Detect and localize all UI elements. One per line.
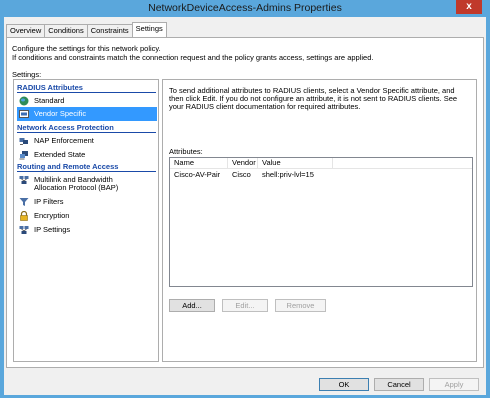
- column-header-vendor[interactable]: Vendor: [228, 158, 258, 168]
- vendor-icon: [19, 110, 29, 118]
- column-header-value[interactable]: Value: [258, 158, 333, 168]
- tab-strip: Overview Conditions Constraints Settings: [6, 22, 167, 37]
- sidebar-item-ip-filters[interactable]: IP Filters: [17, 195, 157, 207]
- sidebar-item-ip-settings[interactable]: IP Settings: [17, 223, 157, 235]
- multilink-icon: [19, 176, 29, 184]
- settings-label: Settings:: [12, 70, 42, 79]
- tab-settings[interactable]: Settings: [131, 22, 167, 37]
- add-button[interactable]: Add...: [169, 299, 215, 312]
- sidebar-item-label: Extended State: [34, 150, 86, 159]
- network-state-icon: [19, 151, 28, 160]
- sidebar-item-multilink-bap[interactable]: Multilink and Bandwidth Allocation Proto…: [17, 173, 157, 192]
- apply-button[interactable]: Apply: [429, 378, 479, 391]
- panel-description: To send additional attributes to RADIUS …: [169, 87, 469, 111]
- sidebar-item-label: IP Filters: [34, 197, 64, 206]
- multilink-line-2: Allocation Protocol (BAP): [34, 183, 119, 192]
- column-header-name[interactable]: Name: [170, 158, 228, 168]
- sidebar-item-nap-enforcement[interactable]: NAP Enforcement: [17, 134, 157, 146]
- sidebar-item-vendor-specific[interactable]: Vendor Specific: [17, 107, 157, 121]
- sidebar-item-label: Multilink and Bandwidth Allocation Proto…: [34, 173, 118, 192]
- category-routing-remote-access: Routing and Remote Access: [17, 162, 156, 172]
- tab-constraints[interactable]: Constraints: [86, 24, 133, 37]
- tab-conditions[interactable]: Conditions: [44, 24, 88, 37]
- cell-vendor: Cisco: [232, 170, 251, 179]
- tab-overview[interactable]: Overview: [6, 24, 46, 37]
- category-network-access-protection: Network Access Protection: [17, 123, 156, 133]
- vendor-specific-panel: To send additional attributes to RADIUS …: [162, 79, 477, 362]
- title-bar[interactable]: NetworkDeviceAccess-Admins Properties x: [0, 0, 490, 17]
- category-radius-attributes: RADIUS Attributes: [17, 83, 156, 93]
- edit-button[interactable]: Edit...: [222, 299, 268, 312]
- properties-window: NetworkDeviceAccess-Admins Properties x …: [0, 0, 490, 398]
- sidebar-item-encryption[interactable]: Encryption: [17, 209, 157, 221]
- network-shield-icon: [19, 138, 28, 145]
- cancel-button[interactable]: Cancel: [374, 378, 424, 391]
- lock-icon: [20, 211, 28, 221]
- list-header: Name Vendor Value: [170, 158, 472, 169]
- dialog-client: Overview Conditions Constraints Settings…: [4, 17, 486, 395]
- window-title: NetworkDeviceAccess-Admins Properties: [148, 2, 342, 14]
- sidebar-item-label: Vendor Specific: [34, 109, 87, 118]
- sidebar-item-label: Encryption: [34, 211, 70, 220]
- ok-button[interactable]: OK: [319, 378, 369, 391]
- intro-line-1: Configure the settings for this network …: [12, 44, 161, 53]
- sidebar-item-standard[interactable]: Standard: [17, 94, 157, 106]
- globe-icon: [19, 96, 29, 106]
- sidebar-item-label: Standard: [34, 96, 65, 105]
- cell-name: Cisco-AV-Pair: [174, 170, 221, 179]
- description-line-3: your RADIUS client documentation for req…: [169, 102, 361, 111]
- intro-text: Configure the settings for this network …: [12, 44, 472, 62]
- attributes-list[interactable]: Name Vendor Value Cisco-AV-Pair Cisco sh…: [169, 157, 473, 287]
- network-settings-icon: [19, 226, 29, 234]
- remove-button[interactable]: Remove: [275, 299, 326, 312]
- intro-line-2: If conditions and constraints match the …: [12, 53, 374, 62]
- table-row[interactable]: Cisco-AV-Pair Cisco shell:priv-lvl=15: [170, 169, 472, 180]
- cell-value: shell:priv-lvl=15: [262, 170, 314, 179]
- attributes-label: Attributes:: [169, 147, 203, 156]
- sidebar-item-extended-state[interactable]: Extended State: [17, 148, 157, 160]
- sidebar-item-label: IP Settings: [34, 225, 71, 234]
- filter-icon: [19, 198, 29, 206]
- settings-tree: RADIUS Attributes Standard Vendor Specif…: [13, 79, 159, 362]
- settings-page: Configure the settings for this network …: [6, 37, 484, 368]
- close-button[interactable]: x: [456, 0, 482, 14]
- sidebar-item-label: NAP Enforcement: [34, 136, 94, 145]
